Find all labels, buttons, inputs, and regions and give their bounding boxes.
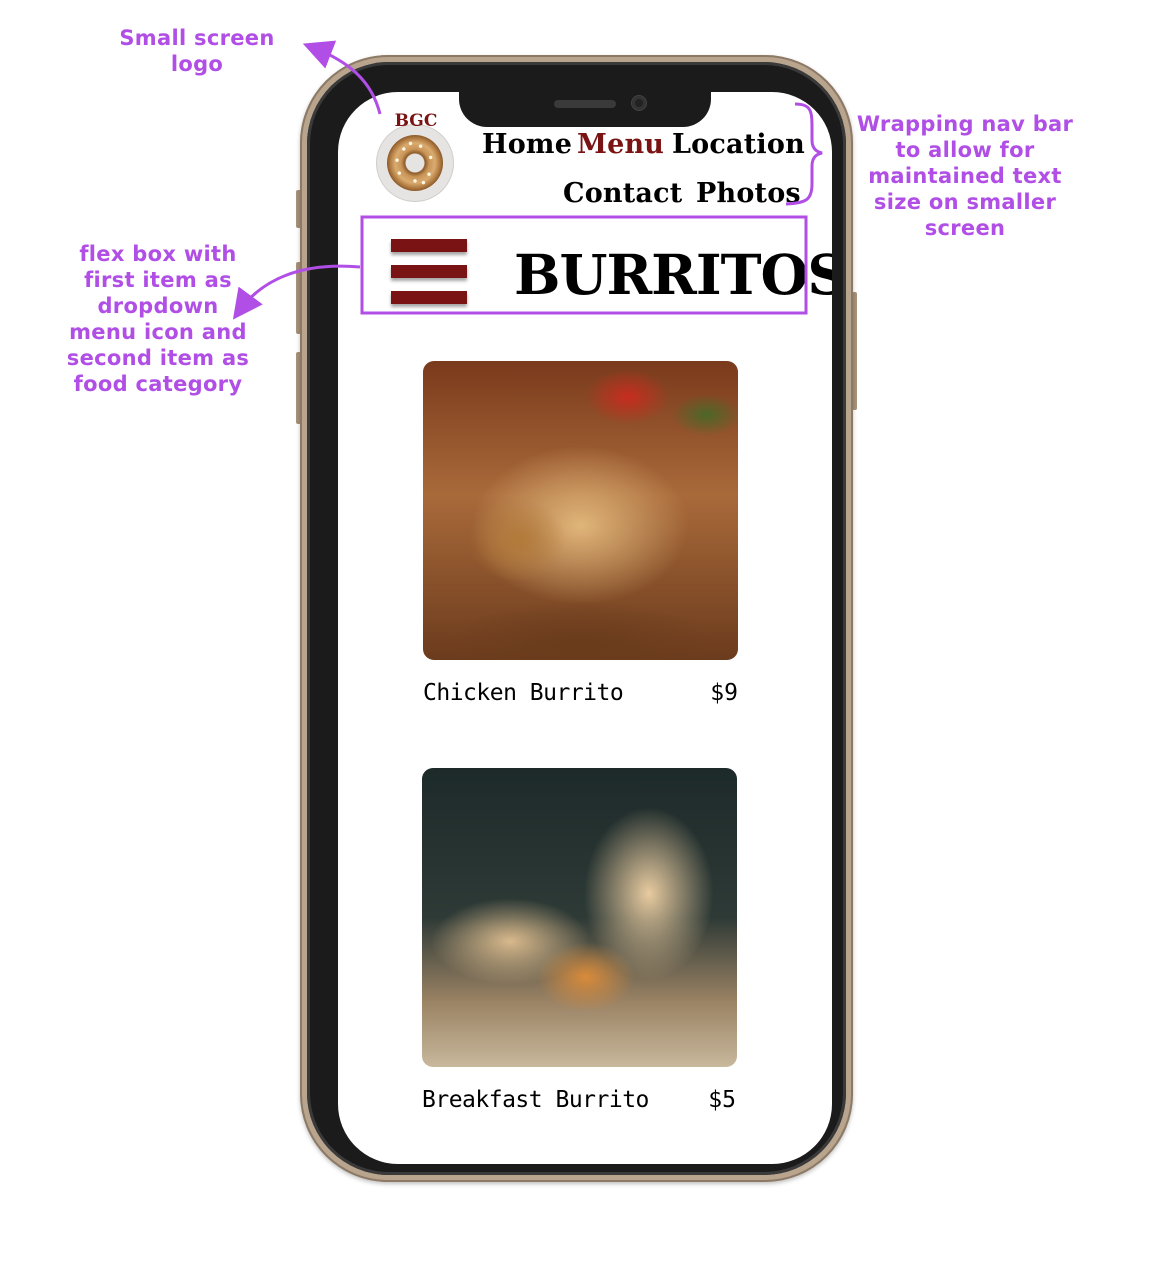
logo-arrow	[302, 40, 382, 115]
annotation-overlay	[232, 40, 823, 320]
nav-bracket	[785, 102, 823, 206]
flexbox-highlight	[360, 215, 808, 315]
flex-arrow	[232, 264, 361, 320]
